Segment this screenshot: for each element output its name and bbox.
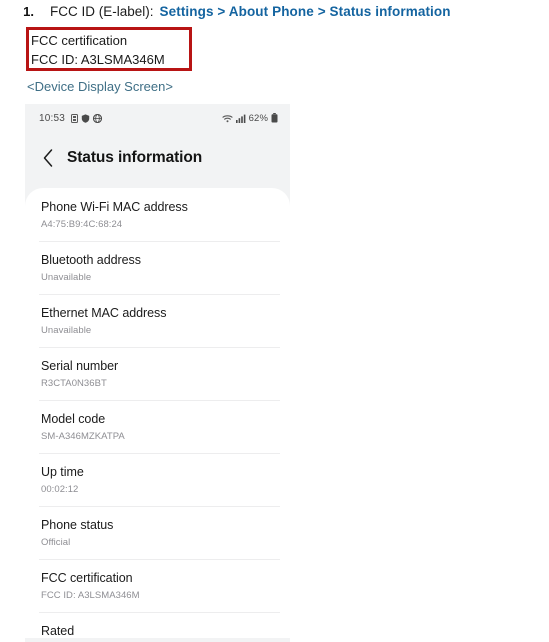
list-item-title: Ethernet MAC address xyxy=(41,306,167,320)
phone-status-bar: 10:53 62% xyxy=(25,104,290,132)
page-title: Status information xyxy=(67,149,203,166)
list-item-value: Unavailable xyxy=(41,272,92,283)
list-item-title: Serial number xyxy=(41,359,119,373)
list-item[interactable]: Bluetooth address Unavailable xyxy=(25,241,290,294)
shield-icon xyxy=(81,113,90,123)
list-item[interactable]: Model code SM-A346MZKATPA xyxy=(25,400,290,453)
settings-path: Settings > About Phone > Status informat… xyxy=(159,4,451,19)
sim-card-icon xyxy=(71,113,79,123)
signal-bars-icon xyxy=(235,114,246,123)
list-item[interactable]: Up time 00:02:12 xyxy=(25,453,290,506)
list-item-value: FCC ID: A3LSMA346M xyxy=(41,590,140,601)
list-item-title: Model code xyxy=(41,412,106,426)
globe-icon xyxy=(93,113,103,123)
list-item[interactable]: Phone status Official xyxy=(25,506,290,559)
back-chevron-icon[interactable] xyxy=(37,147,59,169)
phone-app-bar: Status information xyxy=(25,132,290,184)
fcc-callout-box xyxy=(26,27,192,71)
list-item[interactable]: Serial number R3CTA0N36BT xyxy=(25,347,290,400)
list-item-title: FCC certification xyxy=(41,571,133,585)
list-number: 1. xyxy=(23,4,34,19)
list-item[interactable]: Phone Wi-Fi MAC address A4:75:B9:4C:68:2… xyxy=(25,188,290,241)
list-item-value: 00:02:12 xyxy=(41,484,79,495)
settings-sheet: Phone Wi-Fi MAC address A4:75:B9:4C:68:2… xyxy=(25,188,290,638)
list-item-title: Up time xyxy=(41,465,84,479)
list-item-value: Official xyxy=(41,537,71,548)
device-display-screen-caption: <Device Display Screen> xyxy=(27,79,173,94)
status-bar-right-group: 62% xyxy=(222,113,278,124)
status-information-list: Phone Wi-Fi MAC address A4:75:B9:4C:68:2… xyxy=(25,188,290,638)
instruction-label: FCC ID (E-label): xyxy=(50,4,154,19)
list-item-title: Phone status xyxy=(41,518,114,532)
list-item-value: SM-A346MZKATPA xyxy=(41,431,125,442)
device-display-screen: 10:53 62% Status information Phone Wi-Fi… xyxy=(25,104,290,642)
list-item[interactable]: Rated DC 9 V; 2.77 A xyxy=(25,612,290,638)
document-instruction-line: 1. FCC ID (E-label): Settings > About Ph… xyxy=(0,4,549,19)
list-item-title: Bluetooth address xyxy=(41,253,141,267)
battery-icon xyxy=(271,113,278,123)
list-item-title: Phone Wi-Fi MAC address xyxy=(41,200,188,214)
battery-percent-label: 62% xyxy=(248,112,268,124)
list-item[interactable]: FCC certification FCC ID: A3LSMA346M xyxy=(25,559,290,612)
list-item-title: Rated xyxy=(41,624,75,638)
list-item-value: A4:75:B9:4C:68:24 xyxy=(41,219,123,230)
wifi-icon xyxy=(222,114,233,123)
list-item[interactable]: Ethernet MAC address Unavailable xyxy=(25,294,290,347)
status-bar-clock: 10:53 xyxy=(39,112,66,124)
status-bar-left-group: 10:53 xyxy=(39,112,103,124)
list-item-value: Unavailable xyxy=(41,325,92,336)
list-item-value: R3CTA0N36BT xyxy=(41,378,107,389)
